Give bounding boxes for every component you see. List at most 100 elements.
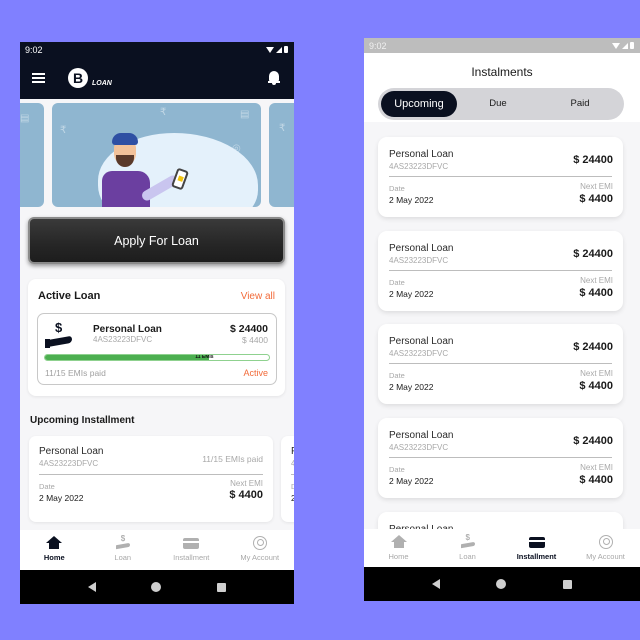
emi-progress-fill [45, 355, 210, 360]
nav-label: My Account [240, 553, 280, 562]
nav-installment[interactable]: Installment [157, 530, 226, 570]
instalment-total: $ 24400 [573, 435, 613, 447]
instalment-loan-id: 4AS23223DFVC [389, 256, 449, 265]
tab-due[interactable]: Due [457, 91, 539, 117]
instalment-total: $ 24400 [573, 248, 613, 260]
menu-icon[interactable] [32, 73, 45, 83]
card-icon [183, 536, 200, 550]
system-navigation-bar [20, 570, 294, 604]
next-emi-label: Next EMI [580, 369, 613, 378]
instalment-date: 2 May 2022 [389, 382, 434, 392]
installment-card[interactable]: P 4 D 2 [281, 436, 294, 522]
wifi-icon [612, 42, 620, 49]
page-header: Instalments Upcoming Due Paid [364, 53, 640, 122]
nav-installment[interactable]: Installment [502, 529, 571, 567]
account-icon [252, 536, 267, 550]
tab-paid[interactable]: Paid [539, 91, 621, 117]
tab-upcoming[interactable]: Upcoming [381, 91, 457, 117]
nav-loan[interactable]: $ Loan [89, 530, 158, 570]
recent-apps-icon[interactable] [217, 582, 227, 592]
instalment-card[interactable]: Personal Loan 4AS23223DFVC $ 24400 Date … [378, 324, 623, 404]
app-logo: B LOAN [68, 68, 112, 88]
nav-my-account[interactable]: My Account [226, 530, 295, 570]
banner-carousel[interactable]: ▤ ₹ ₹ ▤ ◎ ▭ ₹ [20, 103, 294, 215]
back-icon[interactable] [87, 582, 96, 592]
battery-icon [630, 42, 634, 49]
home-button-icon[interactable] [496, 579, 507, 589]
system-navigation-bar [364, 567, 640, 601]
divider [291, 474, 294, 475]
next-emi-amount: $ 4400 [579, 287, 613, 299]
nav-home[interactable]: Home [20, 530, 89, 570]
next-emi-amount: $ 4400 [579, 474, 613, 486]
instalment-date: 2 May 2022 [389, 476, 434, 486]
home-button-icon[interactable] [151, 582, 162, 592]
nav-my-account[interactable]: My Account [571, 529, 640, 567]
divider [39, 474, 263, 475]
installment-loan-id: 4AS23223DFVC [39, 459, 99, 468]
instalment-loan-id: 4AS23223DFVC [389, 162, 449, 171]
next-emi-amount: $ 4400 [579, 380, 613, 392]
installment-card[interactable]: Personal Loan 4AS23223DFVC 11/15 EMIs pa… [29, 436, 273, 522]
hand-coin-icon: ₹ [160, 107, 167, 118]
date-label: Date [389, 278, 405, 287]
notification-bell-icon[interactable] [268, 70, 280, 85]
next-emi-label: Next EMI [580, 182, 613, 191]
divider [389, 176, 612, 177]
nav-label: Installment [516, 552, 557, 561]
home-screen: 9:02 B LOAN ▤ ₹ ₹ ▤ ◎ ▭ [20, 42, 294, 604]
emis-paid-text: 11/15 EMIs paid [45, 368, 106, 378]
instalment-card[interactable]: Personal Loan 4AS23223DFVC $ 24400 Date … [378, 137, 623, 217]
next-emi-amount: $ 4400 [579, 193, 613, 205]
divider [389, 270, 612, 271]
loan-name: Personal Loan [93, 324, 162, 335]
active-loan-title: Active Loan [38, 290, 101, 302]
card-icon [528, 535, 545, 549]
banner-slide-next[interactable]: ₹ [269, 103, 294, 207]
nav-label: Home [43, 553, 65, 562]
banner-slide-current[interactable]: ₹ ₹ ▤ ◎ ▭ [52, 103, 261, 207]
upcoming-installment-title: Upcoming Installment [30, 415, 135, 426]
bottom-navigation: Home $ Loan Installment My Account [364, 529, 640, 567]
app-bar: B LOAN [20, 57, 294, 99]
date-label: Date [389, 371, 405, 380]
nav-label: My Account [586, 552, 625, 561]
nav-label: Loan [114, 553, 132, 562]
emi-progress-bar: 11 EMIs [44, 354, 270, 361]
view-all-link[interactable]: View all [241, 291, 275, 302]
installment-loan-id: 4 [291, 459, 294, 468]
apply-for-loan-button[interactable]: Apply For Loan [28, 217, 285, 264]
system-icons [266, 46, 288, 53]
installment-loan-name: Personal Loan [39, 446, 104, 457]
back-icon[interactable] [432, 579, 441, 589]
banner-slide-previous[interactable]: ▤ [20, 103, 44, 207]
active-loan-item[interactable]: $ Personal Loan 4AS23223DFVC $ 24400 $ 4… [37, 313, 277, 385]
instalment-loan-id: 4AS23223DFVC [389, 349, 449, 358]
battery-icon [284, 46, 288, 53]
loan-id: 4AS23223DFVC [93, 335, 153, 344]
instalment-total: $ 24400 [573, 341, 613, 353]
date-label: Date [39, 482, 55, 491]
instalment-card[interactable]: Personal Loan 4AS23223DFVC $ 24400 Date … [378, 418, 623, 498]
loan-hand-dollar-icon: $ [45, 320, 73, 348]
divider [389, 363, 612, 364]
instalment-loan-id: 4AS23223DFVC [389, 443, 449, 452]
instalment-loan-name: Personal Loan [389, 149, 454, 160]
recent-apps-icon[interactable] [562, 579, 572, 589]
illustration-person-hair [112, 133, 138, 145]
next-emi-label: Next EMI [230, 479, 263, 488]
document-icon: ▤ [20, 113, 30, 124]
installment-emis-paid: 11/15 EMIs paid [202, 454, 263, 464]
nav-label: Home [388, 552, 409, 561]
active-loan-card: Active Loan View all $ Personal Loan 4AS… [28, 279, 285, 396]
instalment-loan-name: Personal Loan [389, 336, 454, 347]
nav-home[interactable]: Home [364, 529, 433, 567]
next-emi-label: Next EMI [580, 463, 613, 472]
signal-icon [276, 46, 282, 53]
logo-text: LOAN [92, 80, 112, 87]
next-emi-label: Next EMI [580, 276, 613, 285]
home-icon [46, 536, 63, 550]
instalment-card[interactable]: Personal Loan 4AS23223DFVC $ 24400 Date … [378, 231, 623, 311]
nav-loan[interactable]: $ Loan [433, 529, 502, 567]
account-icon [598, 535, 613, 549]
